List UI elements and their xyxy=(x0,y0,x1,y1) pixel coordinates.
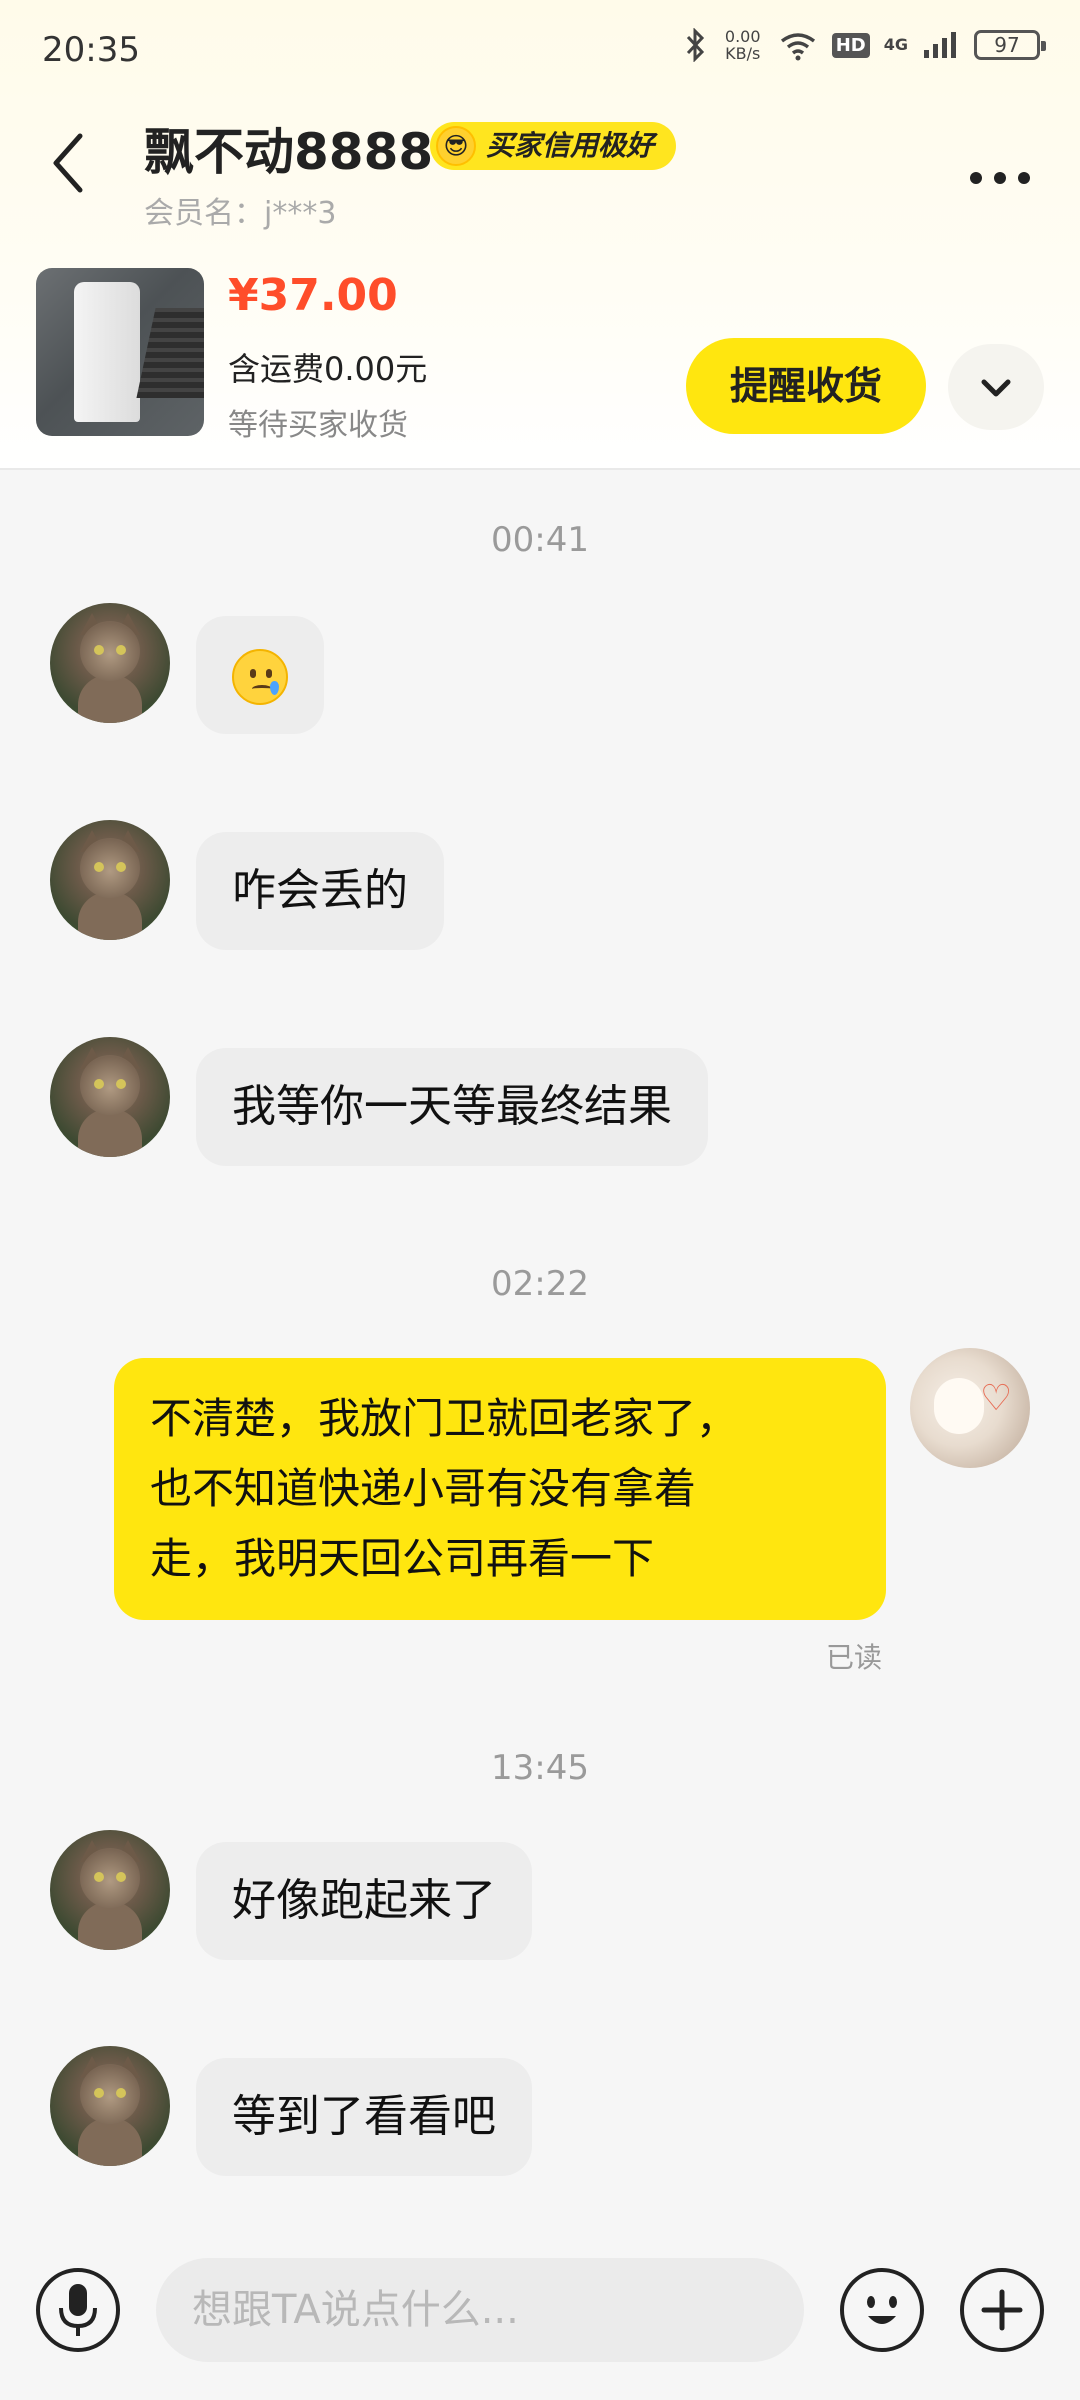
member-name: 会员名：j***3 xyxy=(144,196,337,231)
message-bubble[interactable]: 等到了看看吧 xyxy=(196,2058,532,2176)
cool-face-icon: 😎 xyxy=(436,126,476,166)
message-line: 也不知道快递小哥有没有拿着 xyxy=(150,1464,697,1513)
status-bar: 20:35 0.00 KB/s HD 4G 97 xyxy=(0,0,1080,100)
bluetooth-icon xyxy=(686,28,704,62)
message-line: 走，我明天回公司再看一下 xyxy=(150,1534,655,1583)
wifi-icon xyxy=(780,33,815,61)
battery-icon: 97 xyxy=(974,30,1046,60)
signal-icon xyxy=(924,32,956,58)
status-icons: 0.00 KB/s HD 4G 97 xyxy=(682,27,1046,63)
input-bar: 想跟TA说点什么... xyxy=(0,2228,1080,2400)
hd-badge: HD xyxy=(831,32,870,58)
keyboard-image xyxy=(136,308,204,398)
plus-icon xyxy=(981,2289,1023,2331)
read-receipt: 已读 xyxy=(826,1641,883,1674)
credit-badge-label: 买家信用极好 xyxy=(486,129,655,162)
message-input[interactable]: 想跟TA说点什么... xyxy=(156,2258,804,2362)
more-button[interactable] xyxy=(968,150,1032,196)
back-button[interactable] xyxy=(48,128,108,208)
page-title: 飘不动8888 xyxy=(144,123,434,181)
network-speed: 0.00 KB/s xyxy=(724,27,761,63)
message-bubble[interactable]: 好像跑起来了 xyxy=(196,1842,532,1960)
emoji-icon xyxy=(867,2296,897,2324)
other-avatar[interactable] xyxy=(50,2046,170,2166)
other-avatar[interactable] xyxy=(50,820,170,940)
other-avatar[interactable] xyxy=(50,603,170,723)
order-status: 等待买家收货 xyxy=(228,408,408,443)
expand-button[interactable] xyxy=(948,344,1044,430)
remind-receipt-button[interactable]: 提醒收货 xyxy=(686,338,926,434)
other-avatar[interactable] xyxy=(50,1830,170,1950)
shipping-fee: 含运费0.00元 xyxy=(228,350,428,388)
message-line: 不清楚，我放门卫就回老家了， xyxy=(150,1394,739,1443)
header-region: 20:35 0.00 KB/s HD 4G 97 飘不动8888 😎 买家信用极… xyxy=(0,0,1080,470)
network-type: 4G xyxy=(883,35,908,54)
back-arrow-icon xyxy=(53,133,83,193)
chevron-down-icon xyxy=(981,379,1011,396)
status-time: 20:35 xyxy=(42,30,140,70)
emoji-button[interactable] xyxy=(840,2268,924,2352)
chat-timestamp: 00:41 xyxy=(491,520,589,560)
message-bubble[interactable] xyxy=(196,616,324,734)
my-avatar[interactable]: ♡ xyxy=(910,1348,1030,1468)
other-avatar[interactable] xyxy=(50,1037,170,1157)
more-icon xyxy=(970,172,1030,184)
product-thumbnail[interactable] xyxy=(36,268,204,436)
credit-badge: 😎 买家信用极好 xyxy=(430,122,677,170)
chat-timestamp: 02:22 xyxy=(491,1264,589,1304)
microphone-icon xyxy=(59,2284,97,2336)
message-bubble[interactable]: 咋会丢的 xyxy=(196,832,444,950)
order-price: ¥37.00 xyxy=(228,270,398,321)
chat-timestamp: 13:45 xyxy=(491,1748,589,1788)
my-message-bubble[interactable]: 不清楚，我放门卫就回老家了， 也不知道快递小哥有没有拿着 走，我明天回公司再看一… xyxy=(114,1358,886,1620)
router-image xyxy=(74,282,140,422)
voice-button[interactable] xyxy=(36,2268,120,2352)
crying-face-icon xyxy=(232,649,288,705)
message-bubble[interactable]: 我等你一天等最终结果 xyxy=(196,1048,708,1166)
more-actions-button[interactable] xyxy=(960,2268,1044,2352)
